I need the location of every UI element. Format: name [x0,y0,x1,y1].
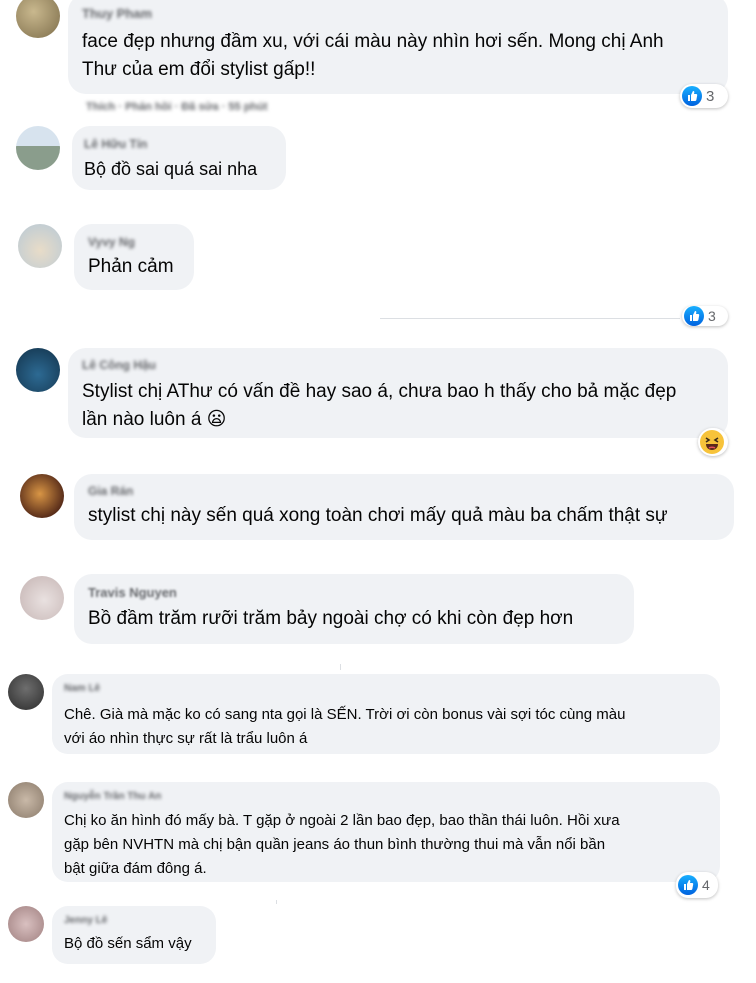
like-icon [678,875,698,895]
reaction-count: 3 [708,308,716,324]
comment-bubble: Nam Lê Chê. Già mà mặc ko có sang nta gọ… [52,674,720,754]
comment-bubble: Lê Công Hậu Stylist chị AThư có vấn đề h… [68,348,728,438]
comment-actions[interactable]: Thích · Phản hồi · Đã sửa · 55 phút [86,101,268,113]
reaction-badge[interactable]: 3 [680,84,728,108]
commenter-name[interactable]: Nguyễn Trần Thu An [64,791,708,803]
reaction-count: 3 [706,87,715,105]
comment-text: stylist chị này sến quá xong toàn chơi m… [88,505,668,526]
avatar[interactable] [16,348,60,392]
comment-bubble: Travis Nguyen Bồ đầm trăm rưỡi trăm bảy … [74,574,634,644]
comment-bubble: Gia Rán stylist chị này sến quá xong toà… [74,474,734,540]
avatar[interactable] [18,224,62,268]
comment-text: Chê. Già mà mặc ko có sang nta gọi là SẾ… [64,706,626,747]
reaction-badge[interactable]: 3 [682,306,728,326]
commenter-name[interactable]: Gia Rán [88,484,720,498]
reaction-badge[interactable] [698,428,728,456]
comment-text: Stylist chị AThư có vấn đề hay sao á, ch… [82,381,677,430]
avatar[interactable] [16,126,60,170]
reaction-count: 4 [702,877,710,893]
comment-bubble: Vyvy Ng Phản cảm [74,224,194,290]
haha-icon [700,430,724,454]
comment-bubble: Thuy Pham face đẹp nhưng đầm xu, với cái… [68,0,728,94]
avatar[interactable] [8,782,44,818]
comment-bubble: Jenny Lê Bộ đồ sến sẩm vậy [52,906,216,964]
comment-text: face đẹp nhưng đầm xu, với cái màu này n… [82,31,664,80]
comment-text: Chị ko ăn hình đó mấy bà. T gặp ở ngoài … [64,812,620,877]
commenter-name[interactable]: Lê Công Hậu [82,358,714,372]
like-icon [682,86,702,106]
avatar[interactable] [8,674,44,710]
commenter-name[interactable]: Vyvy Ng [88,235,180,249]
commenter-name[interactable]: Jenny Lê [64,915,204,927]
commenter-name[interactable]: Travis Nguyen [88,585,620,601]
commenter-name[interactable]: Lê Hữu Tín [84,137,274,151]
like-icon [684,306,704,326]
avatar[interactable] [20,474,64,518]
comment-text: Bộ đồ sến sẩm vậy [64,935,192,952]
reaction-badge[interactable]: 4 [676,872,718,898]
avatar[interactable] [20,576,64,620]
comment-text: Bộ đồ sai quá sai nha [84,159,258,179]
divider [380,318,680,319]
comment-bubble: Lê Hữu Tín Bộ đồ sai quá sai nha [72,126,286,190]
avatar[interactable] [16,0,60,38]
comment-bubble: Nguyễn Trần Thu An Chị ko ăn hình đó mấy… [52,782,720,882]
avatar[interactable] [8,906,44,942]
comment-text: Phản cảm [88,256,174,277]
divider [276,900,277,904]
commenter-name[interactable]: Thuy Pham [82,6,714,22]
commenter-name[interactable]: Nam Lê [64,683,708,695]
divider [340,664,341,670]
comment-text: Bồ đầm trăm rưỡi trăm bảy ngoài chợ có k… [88,608,574,629]
